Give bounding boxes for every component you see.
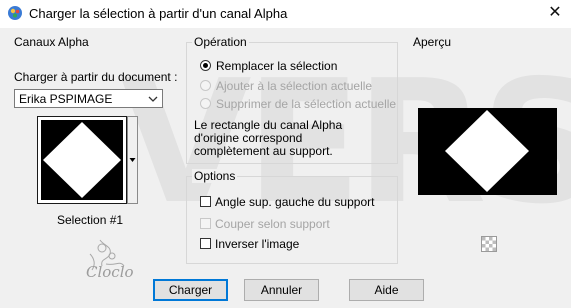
checkbox-crop-label: Couper selon support <box>215 217 330 231</box>
close-icon[interactable]: ✕ <box>543 2 567 24</box>
checkbox-top-left-label: Angle sup. gauche du support <box>215 195 375 209</box>
radio-add-to-selection[interactable]: Ajouter à la sélection actuelle <box>200 78 390 94</box>
radio-button <box>200 98 211 109</box>
operation-note-line-1: Le rectangle du canal Alpha <box>194 118 343 132</box>
channel-thumbnail[interactable] <box>37 116 127 204</box>
thumbnail-dropdown-button[interactable] <box>127 116 138 204</box>
document-select-value: Erika PSPIMAGE <box>19 92 113 106</box>
radio-replace-label: Remplacer la sélection <box>216 59 338 73</box>
checkbox-crop-to-canvas[interactable]: Couper selon support <box>200 216 390 232</box>
preview-title: Aperçu <box>411 35 454 49</box>
checkbox <box>200 218 211 229</box>
checkbox-invert-label: Inverser l'image <box>215 237 300 251</box>
checkbox-top-left-corner[interactable]: Angle sup. gauche du support <box>200 194 390 210</box>
radio-replace-selection[interactable]: Remplacer la sélection <box>200 58 390 74</box>
transparency-toggle-icon[interactable] <box>481 236 497 252</box>
cancel-button[interactable]: Annuler <box>244 279 319 301</box>
operation-note-line-2: d'origine correspond <box>194 131 303 145</box>
radio-dot <box>203 63 208 68</box>
radio-button <box>200 80 211 91</box>
operation-note-line-3: complètement au support. <box>194 144 333 158</box>
window-title: Charger la sélection à partir d'un canal… <box>29 6 288 21</box>
radio-remove-from-selection[interactable]: Supprimer de la sélection actuelle <box>200 96 397 112</box>
checkbox-invert-image[interactable]: Inverser l'image <box>200 236 390 252</box>
chevron-down-icon <box>147 93 159 105</box>
paintshop-app-icon <box>7 5 23 21</box>
document-select[interactable]: Erika PSPIMAGE <box>14 89 163 108</box>
help-button[interactable]: Aide <box>349 279 424 301</box>
selection-caption: Selection #1 <box>57 213 124 227</box>
cloclo-logo-text: Cloclo <box>86 263 134 281</box>
checkbox <box>200 196 211 207</box>
radio-add-label: Ajouter à la sélection actuelle <box>216 79 373 93</box>
options-title: Options <box>192 169 238 183</box>
load-button[interactable]: Charger <box>153 279 228 301</box>
preview-image <box>418 108 557 195</box>
checkbox <box>200 238 211 249</box>
radio-remove-label: Supprimer de la sélection actuelle <box>216 97 397 111</box>
load-from-document-label: Charger à partir du document : <box>14 70 178 84</box>
radio-button <box>200 60 211 71</box>
channel-thumbnail-image <box>41 120 123 200</box>
operation-title: Opération <box>192 35 249 49</box>
alpha-channels-title: Canaux Alpha <box>12 35 91 49</box>
